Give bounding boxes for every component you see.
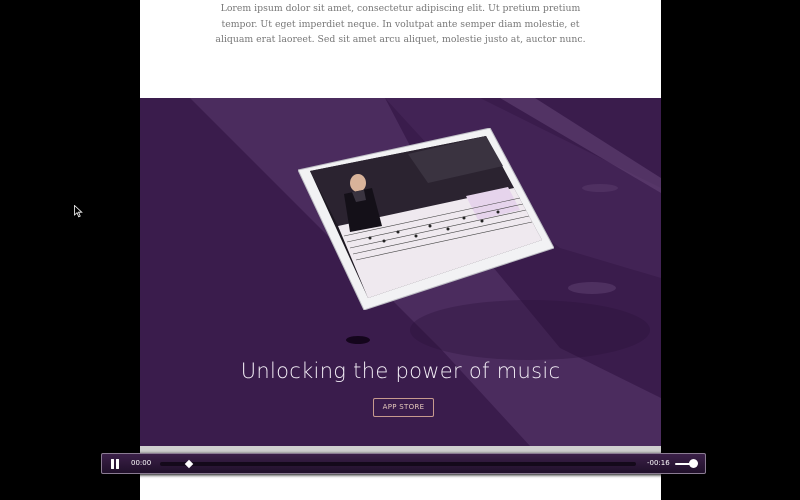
mouse-cursor-icon [74,205,83,218]
hero-section: Unlocking the power of music APP STORE [140,98,661,446]
intro-paragraph: Lorem ipsum dolor sit amet, consectetur … [215,3,586,45]
video-player-controls: 00:00 -00:16 [101,453,706,474]
pause-bar-left [111,459,114,469]
intro-section: Lorem ipsum dolor sit amet, consectetur … [140,0,661,98]
hero-title: Unlocking the power of music [240,359,561,383]
progress-scrubber[interactable] [160,459,636,469]
tablet-image [298,128,554,310]
elapsed-time: 00:00 [131,459,152,467]
web-page: Lorem ipsum dolor sit amet, consectetur … [140,0,661,500]
pause-bar-right [116,459,119,469]
app-store-button[interactable]: APP STORE [373,398,434,417]
pause-button[interactable] [109,458,121,470]
volume-handle[interactable] [689,459,698,468]
remaining-time: -00:16 [647,459,670,467]
scrubber-handle[interactable] [184,459,193,469]
